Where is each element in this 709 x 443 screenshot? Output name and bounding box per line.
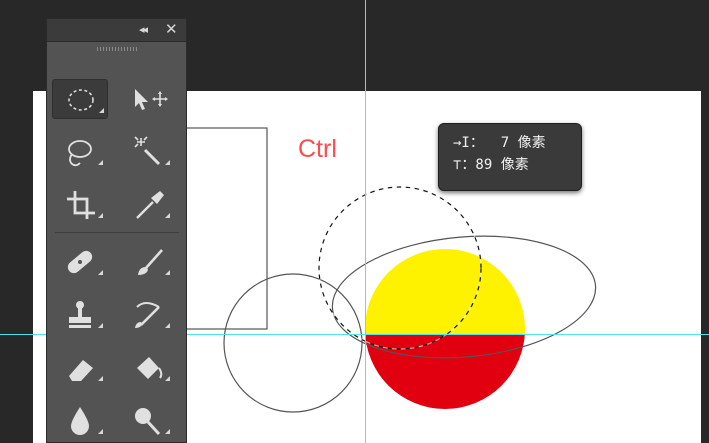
tool-dodge[interactable] xyxy=(119,401,175,441)
tools-panel: ◂◂ ✕ xyxy=(46,18,187,443)
tool-move[interactable] xyxy=(119,79,175,119)
lasso-icon xyxy=(68,140,103,167)
history-brush-icon xyxy=(135,302,170,328)
magic-wand-icon xyxy=(134,136,170,166)
tool-eyedropper[interactable] xyxy=(119,185,175,225)
ellipse-marquee-icon xyxy=(68,89,104,113)
tooltip-x-offset: →I： 7 像素 xyxy=(453,135,546,151)
paint-bucket-icon xyxy=(137,357,170,381)
tool-lasso[interactable] xyxy=(52,132,108,172)
tooltip-y-offset: ⊤：89 像素 xyxy=(453,157,529,173)
tool-eraser[interactable] xyxy=(52,348,108,388)
tool-brush[interactable] xyxy=(119,242,175,282)
move-icon xyxy=(135,89,168,110)
bandage-icon xyxy=(67,250,103,275)
tool-magic-wand[interactable] xyxy=(119,132,175,172)
blur-drop-icon xyxy=(71,407,103,435)
tool-crop[interactable] xyxy=(52,185,108,225)
stamp-icon xyxy=(69,301,103,328)
circle-outline xyxy=(223,273,363,413)
eyedropper-icon xyxy=(136,191,170,219)
tool-paint-bucket[interactable] xyxy=(119,348,175,388)
tool-elliptical-marquee[interactable] xyxy=(52,79,108,119)
brush-icon xyxy=(138,249,170,275)
tool-divider xyxy=(55,232,179,233)
guide-vertical[interactable] xyxy=(365,0,366,443)
crop-icon xyxy=(67,191,103,219)
tool-clone-stamp[interactable] xyxy=(52,295,108,335)
collapse-icon[interactable]: ◂◂ xyxy=(139,23,148,36)
close-icon[interactable]: ✕ xyxy=(165,20,178,38)
dodge-icon xyxy=(135,408,170,436)
ctrl-annotation: Ctrl xyxy=(298,135,337,163)
eraser-icon xyxy=(69,360,103,381)
measurement-tooltip: →I： 7 像素 ⊤：89 像素 xyxy=(438,123,582,191)
tool-spot-healing[interactable] xyxy=(52,242,108,282)
panel-grip[interactable] xyxy=(97,47,137,51)
tool-blur[interactable] xyxy=(52,401,108,441)
tool-history-brush[interactable] xyxy=(119,295,175,335)
panel-header[interactable]: ◂◂ ✕ xyxy=(47,19,186,42)
